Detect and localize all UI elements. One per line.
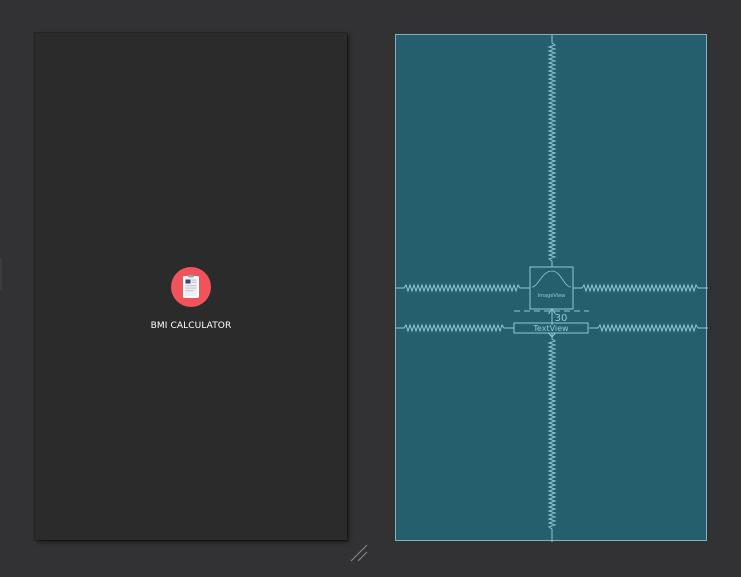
blueprint-surface[interactable]: ImageView 30 TextView bbox=[395, 34, 708, 542]
constraint-textview-right-spring bbox=[589, 323, 708, 333]
resize-handle-icon[interactable] bbox=[350, 543, 370, 563]
blueprint-canvas: ImageView 30 TextView bbox=[396, 35, 708, 542]
constraint-top-spring bbox=[547, 35, 557, 267]
constraint-imageview-right-spring bbox=[573, 283, 708, 293]
constraint-bottom-spring bbox=[547, 333, 557, 542]
constraint-textview-left-spring bbox=[396, 323, 514, 333]
app-title-text[interactable]: BMI CALCULATOR bbox=[35, 321, 347, 331]
app-logo-image[interactable] bbox=[171, 267, 211, 307]
design-preview-surface[interactable]: BMI CALCULATOR bbox=[35, 33, 347, 540]
textview-label: TextView bbox=[532, 324, 569, 333]
clipboard-icon bbox=[171, 267, 211, 307]
margin-value-label: 30 bbox=[555, 313, 568, 324]
imageview-label: ImageView bbox=[538, 293, 566, 299]
constraint-imageview-left-spring bbox=[396, 283, 530, 293]
editor-edge-tab bbox=[0, 258, 2, 290]
imageview-outline bbox=[529, 266, 574, 310]
imageview-placeholder-curve bbox=[531, 270, 572, 288]
